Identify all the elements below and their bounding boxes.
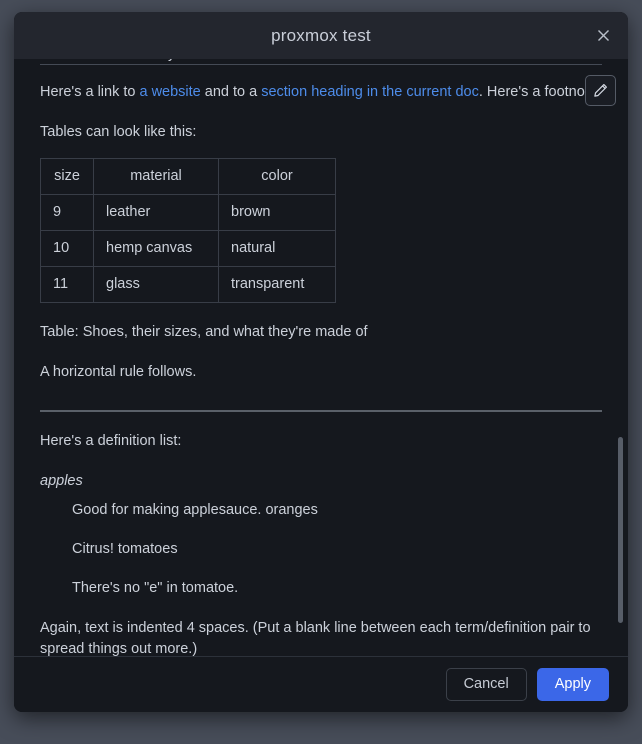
definition-description: There's no "e" in tomatoe.	[72, 580, 239, 597]
dialog-title: proxmox test	[271, 25, 371, 45]
indent-note-paragraph: Again, text is indented 4 spaces. (Put a…	[40, 620, 591, 656]
edit-button[interactable]	[585, 75, 616, 106]
table-cell-color: natural	[218, 230, 336, 268]
table-row: 11 glass transparent	[40, 266, 336, 304]
table-cell-material: glass	[93, 266, 219, 304]
paragraph-links: Here's a link to a website and to a sect…	[40, 82, 602, 103]
table-cell-size: 9	[40, 194, 94, 232]
table-row: 10 hemp canvas natural	[40, 230, 336, 268]
document-content: y Here's a link to a website and to a se…	[14, 59, 628, 656]
horizontal-rule-intro: A horizontal rule follows.	[40, 364, 197, 381]
scrollbar-thumb[interactable]	[618, 437, 623, 623]
table-cell-color: brown	[218, 194, 336, 232]
table-header-size: size	[40, 158, 94, 196]
clipped-previous-line: y	[40, 59, 602, 64]
content-scrollbar[interactable]	[616, 59, 625, 656]
table-caption: Table: Shoes, their sizes, and what they…	[40, 324, 368, 341]
definition-description: Good for making applesauce. oranges	[72, 502, 318, 519]
apply-button[interactable]: Apply	[536, 667, 609, 702]
pencil-icon	[593, 83, 608, 98]
table-header-color: color	[218, 158, 336, 196]
content-top-divider	[40, 64, 602, 65]
table-cell-color: transparent	[218, 266, 336, 304]
table-cell-material: leather	[93, 194, 219, 232]
horizontal-rule	[40, 410, 602, 413]
screen: proxmox test Here's a link to a website …	[0, 0, 642, 744]
definition-term-apples: apples	[40, 473, 83, 490]
dialog-titlebar: proxmox test	[14, 12, 628, 59]
table-header-material: material	[93, 158, 219, 196]
clipped-line-text: y	[168, 59, 175, 64]
close-icon[interactable]	[588, 21, 618, 51]
table-header-row: size material color	[40, 158, 336, 196]
table-cell-size: 10	[40, 230, 94, 268]
table-cell-size: 11	[40, 266, 94, 304]
link-a-website[interactable]: a website	[139, 84, 200, 100]
link-section-heading[interactable]: section heading in the current doc	[261, 84, 479, 100]
cancel-button[interactable]: Cancel	[445, 667, 527, 702]
shoes-table: size material color 9 leather brown 10 h…	[40, 158, 336, 304]
table-row: 9 leather brown	[40, 194, 336, 232]
dialog-body: y Here's a link to a website and to a se…	[14, 59, 628, 656]
link-mid-text: and to a	[200, 84, 262, 100]
definition-description: Citrus! tomatoes	[72, 541, 178, 558]
link-intro-text: Here's a link to	[40, 84, 140, 100]
tables-intro-text: Tables can look like this:	[40, 124, 197, 141]
definition-list-intro: Here's a definition list:	[40, 433, 182, 450]
dialog-footer: Cancel Apply	[14, 656, 628, 712]
dialog-window: proxmox test Here's a link to a website …	[14, 12, 628, 712]
table-cell-material: hemp canvas	[93, 230, 219, 268]
link-end-text: . Here's a footnote	[478, 84, 597, 100]
